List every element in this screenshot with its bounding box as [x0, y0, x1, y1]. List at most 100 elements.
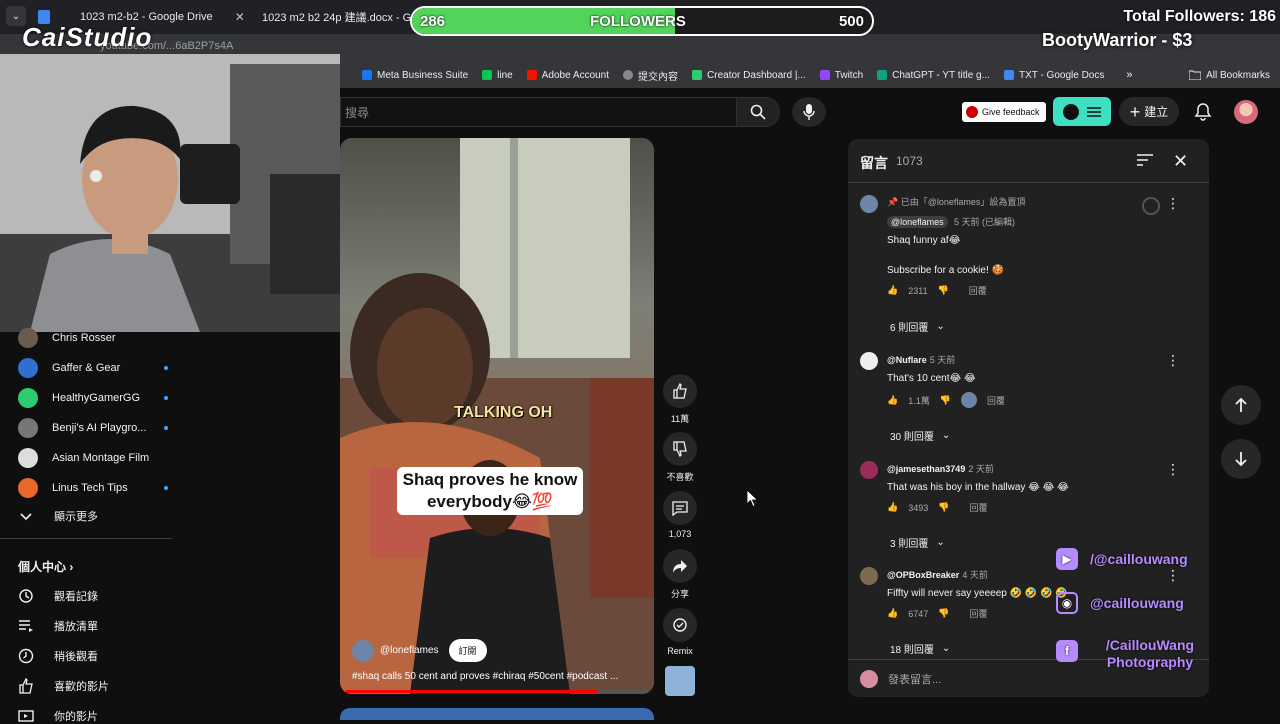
- divider: [0, 538, 172, 539]
- account-avatar[interactable]: [1234, 100, 1258, 124]
- bookmark-adobe[interactable]: Adobe Account: [526, 70, 609, 81]
- webcam-feed: [0, 54, 340, 332]
- avatar: [18, 328, 38, 348]
- remix-button[interactable]: Remix: [662, 608, 698, 656]
- avatar: [18, 418, 38, 438]
- followers-goal: 500: [838, 13, 864, 30]
- share-button[interactable]: 分享: [662, 549, 698, 600]
- comment-menu-icon[interactable]: ⋮: [1166, 195, 1180, 212]
- social-facebook: f /CaillouWang Photography: [1056, 637, 1210, 671]
- show-more-button[interactable]: 顯示更多: [18, 508, 98, 524]
- avatar[interactable]: [860, 461, 878, 479]
- thumbs-up-icon[interactable]: 👍: [887, 502, 898, 513]
- sidebar-item-healthygamergg[interactable]: HealthyGamerGG: [18, 388, 168, 408]
- channel-avatar[interactable]: [352, 639, 374, 662]
- bookmark-submit[interactable]: 提交內容: [623, 68, 678, 83]
- like-circle: [663, 374, 697, 408]
- sidebar-item-history[interactable]: 觀看記錄: [18, 588, 98, 604]
- sidebar-item-your-videos[interactable]: 你的影片: [18, 708, 98, 724]
- voice-search-button[interactable]: [792, 97, 826, 127]
- avatar[interactable]: [860, 352, 878, 370]
- sort-comments-icon[interactable]: [1136, 153, 1154, 167]
- bookmark-meta[interactable]: Meta Business Suite: [362, 70, 468, 81]
- notifications-bell-icon[interactable]: [1193, 102, 1213, 122]
- channel-handle[interactable]: @loneflames: [380, 645, 439, 656]
- sidebar-item-linus-tech-tips[interactable]: Linus Tech Tips: [18, 478, 168, 498]
- sidebar-item-watch-later[interactable]: 稍後觀看: [18, 648, 98, 664]
- history-icon: [19, 589, 33, 603]
- bookmark-txt-docs[interactable]: TXT - Google Docs: [1003, 70, 1104, 81]
- video-progress-bar[interactable]: [346, 690, 648, 693]
- sidebar-item-chris-rosser[interactable]: Chris Rosser: [18, 328, 168, 348]
- youtube-icon: ▶: [1056, 548, 1078, 570]
- bookmark-twitch[interactable]: Twitch: [819, 70, 863, 81]
- thumbs-down-icon[interactable]: 👎: [940, 395, 951, 406]
- close-comments-icon[interactable]: ✕: [1173, 151, 1188, 172]
- you-section-title[interactable]: 個人中心 ›: [18, 558, 73, 575]
- next-short-button[interactable]: [1221, 439, 1261, 479]
- browser-tab-docs[interactable]: 1023 m2 b2 24p 建議.docx - G: [244, 4, 414, 30]
- thumbs-up-icon[interactable]: 👍: [887, 285, 898, 296]
- comment-author[interactable]: @loneflames: [887, 216, 948, 228]
- extension-button[interactable]: [1053, 97, 1111, 126]
- sidebar-item-playlists[interactable]: 播放清單: [18, 618, 98, 634]
- like-button[interactable]: 11萬: [662, 374, 698, 425]
- comment-menu-icon[interactable]: ⋮: [1166, 352, 1180, 369]
- dislike-button[interactable]: 不喜歡: [662, 432, 698, 483]
- replies-toggle[interactable]: 18 則回覆 ⌄: [890, 641, 950, 656]
- comment-author[interactable]: @OPBoxBreaker: [887, 570, 959, 580]
- previous-short-button[interactable]: [1221, 385, 1261, 425]
- thumbs-down-icon[interactable]: 👎: [938, 285, 949, 296]
- sidebar-item-gaffer-gear[interactable]: Gaffer & Gear: [18, 358, 168, 378]
- sidebar-item-liked-videos[interactable]: 喜歡的影片: [18, 678, 109, 694]
- thumbs-down-icon[interactable]: 👎: [938, 608, 949, 619]
- comment-menu-icon[interactable]: ⋮: [1166, 461, 1180, 478]
- thumbs-down-icon[interactable]: 👎: [938, 502, 949, 513]
- bookmark-creator-dashboard[interactable]: Creator Dashboard |...: [692, 70, 806, 81]
- search-button[interactable]: [736, 97, 780, 127]
- comment-author[interactable]: @Nuflare: [887, 355, 927, 365]
- instagram-icon: ◉: [1056, 592, 1078, 614]
- replies-toggle[interactable]: 6 則回覆 ⌄: [890, 319, 945, 334]
- comment-time: 5 天前: [929, 355, 956, 365]
- bookmarks-overflow-icon[interactable]: »: [1126, 69, 1132, 81]
- search-input[interactable]: 搜尋: [340, 97, 736, 127]
- reply-button[interactable]: 回覆: [969, 607, 987, 620]
- sound-thumbnail[interactable]: [665, 666, 695, 696]
- give-feedback-button[interactable]: Give feedback: [962, 102, 1046, 122]
- remix-label: Remix: [667, 646, 693, 656]
- like-icon: [19, 678, 33, 694]
- avatar[interactable]: [860, 567, 878, 585]
- video-caption-main: Shaq proves he know everybody😂💯: [397, 467, 583, 515]
- comments-circle: [663, 491, 697, 525]
- creator-heart-avatar: [960, 392, 977, 408]
- bookmark-chatgpt[interactable]: ChatGPT - YT title g...: [877, 70, 990, 81]
- replies-toggle[interactable]: 30 則回覆 ⌄: [890, 428, 950, 443]
- social-instagram: ◉ @caillouwang: [1056, 592, 1184, 614]
- video-caption-top: TALKING OH: [454, 404, 553, 421]
- all-bookmarks[interactable]: All Bookmarks: [1189, 70, 1270, 81]
- arrow-up-icon: [1235, 397, 1247, 412]
- next-short-preview[interactable]: [340, 708, 654, 720]
- thumbs-up-icon[interactable]: 👍: [887, 608, 898, 619]
- short-title[interactable]: #shaq calls 50 cent and proves #chiraq #…: [352, 671, 642, 682]
- create-button[interactable]: + 建立: [1119, 97, 1179, 126]
- thumbs-up-icon[interactable]: 👍: [887, 395, 898, 406]
- avatar: [18, 388, 38, 408]
- comments-button[interactable]: 1,073: [662, 491, 698, 539]
- avatar[interactable]: [860, 195, 878, 213]
- reply-button[interactable]: 回覆: [969, 284, 987, 297]
- channel-name: Asian Montage Film: [52, 452, 150, 464]
- bookmarks-bar: Meta Business Suite line Adobe Account 提…: [340, 62, 1280, 88]
- bookmark-line[interactable]: line: [482, 70, 513, 81]
- comment-author[interactable]: @jamesethan3749: [887, 464, 965, 474]
- reply-button[interactable]: 回覆: [969, 501, 987, 514]
- sidebar-item-benjis-ai[interactable]: Benji's AI Playgro...: [18, 418, 168, 438]
- loading-spinner-icon: [1142, 197, 1160, 215]
- adobe-icon: [526, 70, 537, 80]
- replies-toggle[interactable]: 3 則回覆 ⌄: [890, 535, 945, 550]
- share-icon: [673, 560, 687, 573]
- sidebar-item-asian-montage[interactable]: Asian Montage Film: [18, 448, 168, 468]
- reply-button[interactable]: 回覆: [987, 394, 1005, 407]
- subscribe-button[interactable]: 訂閱: [448, 639, 487, 662]
